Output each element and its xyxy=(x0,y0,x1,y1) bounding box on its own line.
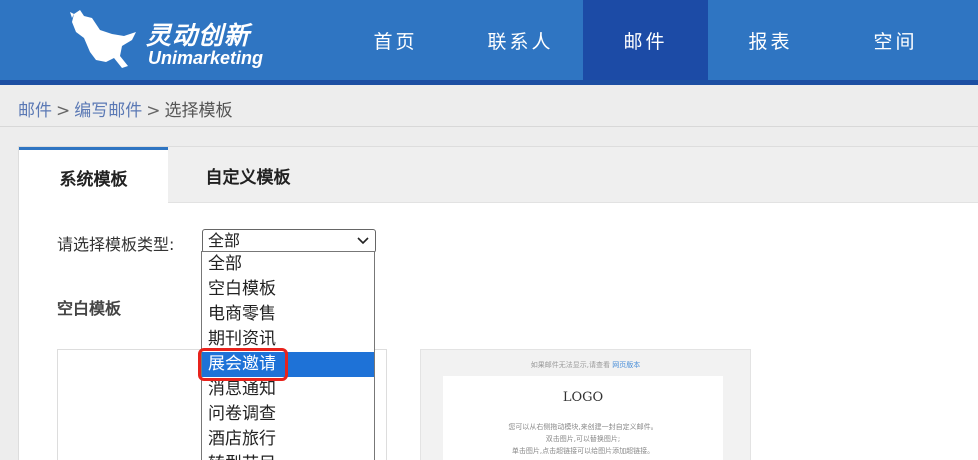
dropdown-option-retail[interactable]: 电商零售 xyxy=(202,302,374,327)
nav-item-mail[interactable]: 邮件 xyxy=(583,0,708,80)
nav-item-home[interactable]: 首页 xyxy=(333,0,458,80)
header-underline xyxy=(0,80,978,85)
nav-item-reports[interactable]: 报表 xyxy=(708,0,833,80)
template-type-label: 请选择模板类型: xyxy=(57,235,175,254)
breadcrumb-current: 选择模板 xyxy=(164,101,233,121)
breadcrumb: 邮件 > 编写邮件 > 选择模板 xyxy=(18,96,233,121)
tab-system-templates[interactable]: 系统模板 xyxy=(19,147,168,204)
dropdown-option-all[interactable]: 全部 xyxy=(202,252,374,277)
breadcrumb-divider xyxy=(0,126,978,127)
preview-hint-link: 网页版本 xyxy=(612,361,641,369)
annotation-highlight-box xyxy=(198,348,288,381)
template-panel: 系统模板 自定义模板 请选择模板类型: 全部 空白模板 如果邮件无法显示,请查看… xyxy=(18,146,978,460)
tab-custom-templates[interactable]: 自定义模板 xyxy=(168,147,328,204)
preview-line: 您可以从右侧拖动模块,来创建一封自定义邮件。 xyxy=(508,423,658,431)
dropdown-option-blank[interactable]: 空白模板 xyxy=(202,277,374,302)
breadcrumb-mail[interactable]: 邮件 xyxy=(18,101,52,121)
nav-item-contacts[interactable]: 联系人 xyxy=(458,0,583,80)
preview-hint: 如果邮件无法显示,请查看 网页版本 xyxy=(421,360,750,370)
template-type-select[interactable]: 全部 xyxy=(202,229,376,253)
nav-item-space[interactable]: 空间 xyxy=(833,0,958,80)
preview-hint-text: 如果邮件无法显示,请查看 xyxy=(530,361,610,369)
brand-name-cn: 灵动创新 xyxy=(146,21,251,50)
section-title: 空白模板 xyxy=(57,299,122,318)
kangaroo-icon xyxy=(70,10,136,68)
preview-line: 双击图片,可以替换图片; xyxy=(545,435,621,443)
template-preview-card[interactable]: 如果邮件无法显示,请查看 网页版本 LOGO 您可以从右侧拖动模块,来创建一封自… xyxy=(420,349,751,460)
preview-line: 单击图片,点击超链接可以给图片添加超链接。 xyxy=(511,447,655,455)
breadcrumb-separator: > xyxy=(146,101,161,121)
select-value: 全部 xyxy=(208,231,241,250)
chevron-down-icon xyxy=(357,237,369,245)
brand-name-en: Unimarketing xyxy=(148,48,264,68)
dropdown-option-survey[interactable]: 问卷调查 xyxy=(202,402,374,427)
preview-sheet: LOGO 您可以从右侧拖动模块,来创建一封自定义邮件。 双击图片,可以替换图片;… xyxy=(443,376,723,460)
breadcrumb-compose[interactable]: 编写邮件 xyxy=(74,101,142,121)
dropdown-option-more[interactable]: 转型节目 xyxy=(202,452,374,460)
breadcrumb-separator: > xyxy=(56,101,71,121)
dropdown-option-hotel-travel[interactable]: 酒店旅行 xyxy=(202,427,374,452)
brand-logo[interactable]: 灵动创新 Unimarketing xyxy=(62,6,272,72)
preview-logo: LOGO xyxy=(562,390,604,405)
